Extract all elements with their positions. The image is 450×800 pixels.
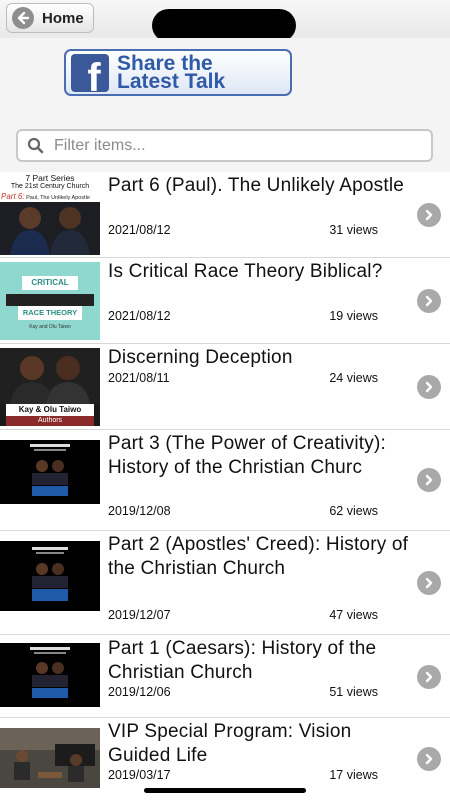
chevron-right-icon[interactable]	[417, 468, 441, 492]
thumbnail-part-1	[0, 643, 100, 707]
share-line-2: Latest Talk	[117, 69, 226, 93]
item-title: Part 6 (Paul). The Unlikely Apostle	[108, 175, 405, 196]
search-input[interactable]	[52, 135, 426, 156]
search-box	[16, 129, 433, 162]
item-date: 2021/08/12	[108, 309, 171, 323]
share-text: Share the Latest Talk	[117, 53, 226, 93]
list-item[interactable]: Part 3 (The Power of Creativity): Histor…	[0, 430, 450, 531]
thumb-role: Authors	[6, 416, 94, 426]
thumb-series-subtitle: The 21st Century Church	[10, 183, 90, 190]
thumbnail-vip-program	[0, 728, 100, 788]
list-item[interactable]: Part 2 (Apostles' Creed): History of the…	[0, 531, 450, 635]
back-arrow-icon	[12, 7, 34, 29]
thumb-part-label: Part 6: Paul, The Unlikely Apostle	[1, 192, 100, 201]
thumb-part-prefix: Part 6:	[1, 192, 25, 201]
item-date: 2019/12/08	[108, 504, 171, 518]
item-title: Is Critical Race Theory Biblical?	[108, 261, 383, 282]
item-title: VIP Special Program: Vision Guided Life	[108, 721, 352, 766]
thumb-race-theory-label: RACE THEORY	[18, 306, 82, 320]
list-item[interactable]: CRITICAL RACE THEORY Kay and Olu Taiwo I…	[0, 258, 450, 344]
thumb-interview-illustration	[0, 728, 100, 788]
thumbnail-part-2	[0, 541, 100, 611]
thumb-people-illustration	[0, 202, 100, 255]
chevron-right-icon[interactable]	[417, 289, 441, 313]
share-banner-area: f Share the Latest Talk	[0, 38, 450, 118]
list-item[interactable]: Part 1 (Caesars): History of the Christi…	[0, 635, 450, 718]
search-icon	[27, 137, 44, 154]
thumbnail-part-6: 7 Part Series The 21st Century Church Pa…	[0, 172, 100, 255]
home-label: Home	[42, 9, 84, 27]
list-item[interactable]: 7 Part Series The 21st Century Church Pa…	[0, 172, 450, 258]
home-indicator[interactable]	[144, 788, 306, 793]
chevron-right-icon[interactable]	[417, 203, 441, 227]
thumb-authors: Kay and Olu Taiwo	[29, 324, 71, 330]
item-date: 2021/08/11	[108, 371, 170, 385]
chevron-right-icon[interactable]	[417, 747, 441, 771]
chevron-right-icon[interactable]	[417, 571, 441, 595]
item-title: Discerning Deception	[108, 347, 293, 368]
list-item[interactable]: Kay & Olu Taiwo Authors Discerning Decep…	[0, 344, 450, 430]
thumbnail-critical-race-theory: CRITICAL RACE THEORY Kay and Olu Taiwo	[0, 262, 100, 340]
item-title: Part 1 (Caesars): History of the Christi…	[108, 638, 377, 683]
item-views: 17 views	[329, 768, 378, 782]
item-title: Part 2 (Apostles' Creed): History of the…	[108, 534, 409, 579]
facebook-share-button[interactable]: f Share the Latest Talk	[64, 49, 292, 96]
thumb-bar-decoration	[6, 294, 94, 306]
thumb-critical-label: CRITICAL	[22, 276, 78, 290]
search-bar	[0, 118, 450, 173]
item-views: 47 views	[329, 608, 378, 622]
thumb-names: Kay & Olu Taiwo	[6, 404, 94, 416]
item-date: 2019/03/17	[108, 768, 171, 782]
thumb-authors-illustration	[0, 348, 100, 404]
thumb-series-label: 7 Part Series	[25, 173, 75, 183]
item-views: 31 views	[329, 223, 378, 237]
item-date: 2021/08/12	[108, 223, 171, 237]
item-date: 2019/12/07	[108, 608, 171, 622]
thumb-series-graphic	[0, 440, 100, 504]
chevron-right-icon[interactable]	[417, 665, 441, 689]
item-views: 24 views	[329, 371, 378, 385]
home-button[interactable]: Home	[6, 3, 94, 33]
item-date: 2019/12/06	[108, 685, 171, 699]
item-views: 51 views	[329, 685, 378, 699]
facebook-icon: f	[71, 53, 109, 92]
thumb-series-graphic	[0, 643, 100, 707]
thumbnail-part-3	[0, 440, 100, 504]
item-title: Part 3 (The Power of Creativity): Histor…	[108, 433, 386, 478]
item-views: 62 views	[329, 504, 378, 518]
thumb-part-rest: Paul, The Unlikely Apostle	[24, 195, 90, 201]
thumb-series-graphic	[0, 541, 100, 611]
thumbnail-discerning-deception: Kay & Olu Taiwo Authors	[0, 348, 100, 426]
item-views: 19 views	[329, 309, 378, 323]
chevron-right-icon[interactable]	[417, 375, 441, 399]
